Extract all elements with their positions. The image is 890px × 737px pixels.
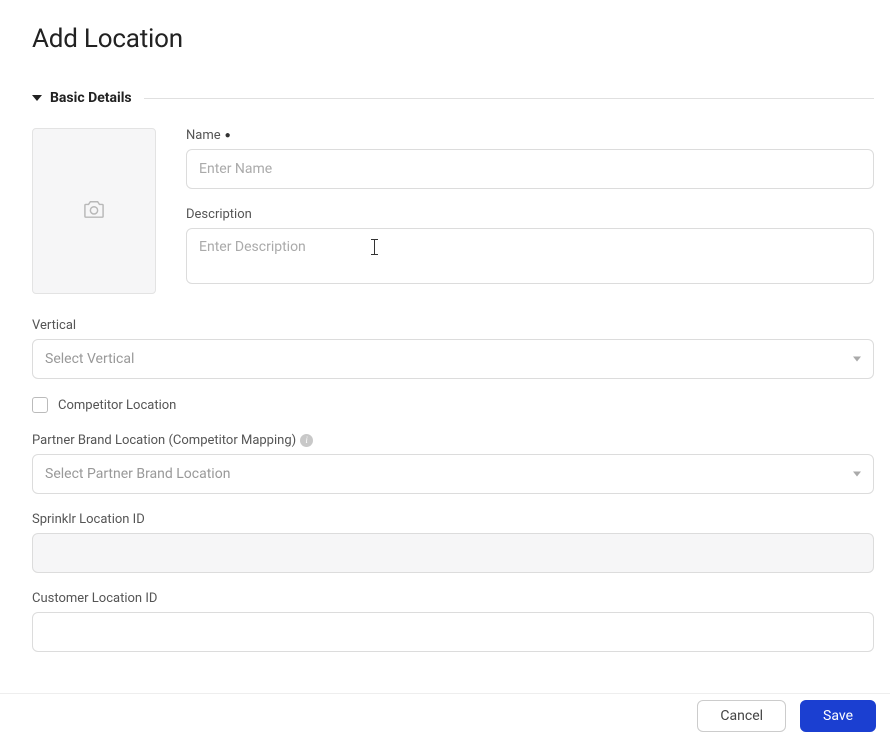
required-indicator: ●	[225, 131, 231, 141]
customer-id-input[interactable]	[32, 612, 874, 652]
info-icon: i	[300, 434, 313, 447]
name-label: Name ●	[186, 128, 874, 143]
page-title: Add Location	[32, 24, 874, 54]
competitor-location-checkbox[interactable]: Competitor Location	[32, 397, 874, 413]
chevron-down-icon	[32, 95, 42, 101]
description-input[interactable]	[186, 228, 874, 284]
save-button[interactable]: Save	[800, 700, 876, 732]
camera-icon	[83, 199, 105, 223]
chevron-down-icon	[853, 472, 861, 477]
chevron-down-icon	[853, 357, 861, 362]
vertical-label: Vertical	[32, 318, 874, 333]
vertical-select[interactable]: Select Vertical	[32, 339, 874, 379]
divider	[144, 98, 874, 99]
description-label: Description	[186, 207, 874, 222]
cancel-button[interactable]: Cancel	[697, 700, 786, 732]
checkbox-icon	[32, 397, 48, 413]
section-title: Basic Details	[50, 90, 132, 106]
image-upload[interactable]	[32, 128, 156, 294]
sprinklr-id-label: Sprinklr Location ID	[32, 512, 874, 527]
partner-brand-placeholder: Select Partner Brand Location	[45, 466, 230, 482]
competitor-location-label: Competitor Location	[58, 398, 176, 413]
vertical-placeholder: Select Vertical	[45, 351, 134, 367]
name-input[interactable]	[186, 149, 874, 189]
section-header-basic-details[interactable]: Basic Details	[32, 90, 874, 106]
sprinklr-id-input	[32, 533, 874, 573]
footer: Cancel Save	[0, 693, 890, 737]
partner-brand-select[interactable]: Select Partner Brand Location	[32, 454, 874, 494]
customer-id-label: Customer Location ID	[32, 591, 874, 606]
partner-brand-label: Partner Brand Location (Competitor Mappi…	[32, 433, 874, 448]
